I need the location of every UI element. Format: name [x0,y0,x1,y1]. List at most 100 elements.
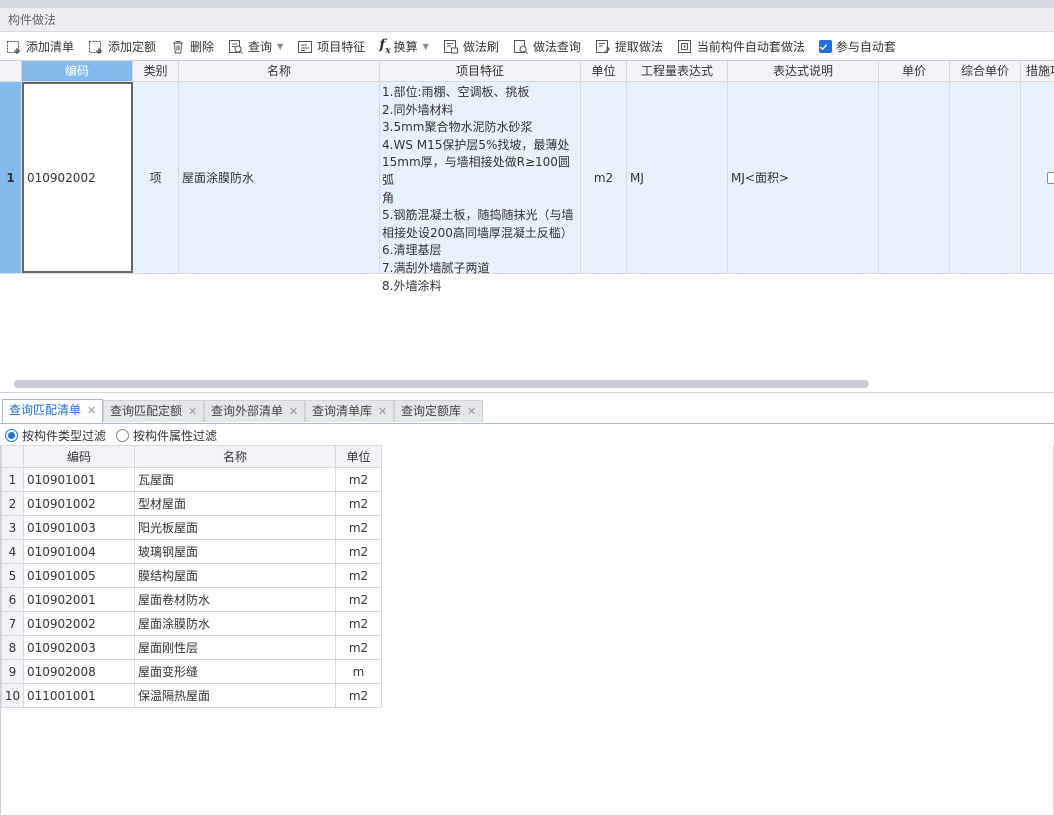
unit-cell[interactable]: m2 [335,563,382,588]
name-cell[interactable]: 保温隔热屋面 [134,683,336,708]
name-cell[interactable]: 屋面卷材防水 [134,587,336,612]
col-measure-header[interactable]: 措施项 [1021,61,1054,82]
unit-cell[interactable]: m2 [581,82,627,273]
filter-by-type-radio[interactable] [5,428,18,442]
col-expr-desc-header[interactable]: 表达式说明 [728,61,879,82]
unit-cell[interactable]: m2 [335,491,382,516]
code-cell[interactable]: 010901002 [23,491,135,516]
col-price-header[interactable]: 单价 [879,61,950,82]
checkmark-icon [819,43,828,50]
measure-checkbox[interactable] [1047,171,1054,184]
qty-expr-cell[interactable]: MJ [627,82,728,273]
name-cell[interactable]: 阳光板屋面 [134,515,336,540]
close-icon[interactable]: ✕ [87,404,96,417]
table-row[interactable]: 6 010902001 屋面卷材防水 m2 [1,587,382,612]
table-row[interactable]: 1 010902002 项 屋面涂膜防水 1.部位:雨棚、空调板、挑板 2.同外… [0,82,1054,293]
col-name-header[interactable]: 名称 [179,61,380,82]
row-number[interactable]: 1 [0,82,22,273]
code-cell[interactable]: 010901003 [23,515,135,540]
table-row[interactable]: 8 010902003 屋面刚性层 m2 [1,635,382,660]
name-cell[interactable]: 瓦屋面 [134,467,336,492]
unit-cell[interactable]: m2 [335,635,382,660]
unit-cell[interactable]: m2 [335,539,382,564]
code-cell[interactable]: 010902001 [23,587,135,612]
col-category-header[interactable]: 类别 [133,61,179,82]
name-cell[interactable]: 屋面涂膜防水 [134,611,336,636]
convert-button[interactable]: fx 换算 ▼ [379,36,429,58]
code-cell[interactable]: 010901001 [23,467,135,492]
name-cell[interactable]: 膜结构屋面 [134,563,336,588]
add-list-button[interactable]: 添加清单 [6,36,74,58]
table-row[interactable]: 3 010901003 阳光板屋面 m2 [1,515,382,540]
extract-method-button[interactable]: 提取做法 [595,36,663,58]
method-query-button[interactable]: 做法查询 [513,36,581,58]
filter-by-attr-option[interactable]: 按构件属性过滤 [116,427,217,444]
code-cell[interactable]: 010902002 [22,82,133,273]
participate-auto-toggle[interactable]: 参与自动套 [818,36,896,58]
filter-bar: 按构件类型过滤 按构件属性过滤 [0,425,1054,445]
features-cell[interactable]: 1.部位:雨棚、空调板、挑板 2.同外墙材料 3.5mm聚合物水泥防水砂浆 4.… [380,82,581,293]
name-cell[interactable]: 型材屋面 [134,491,336,516]
add-quota-button[interactable]: 添加定额 [88,36,156,58]
filter-by-type-option[interactable]: 按构件类型过滤 [5,427,106,444]
tab-query-list-library[interactable]: 查询清单库 ✕ [305,400,395,422]
unit-cell[interactable]: m2 [335,683,382,708]
chevron-down-icon[interactable]: ▼ [277,42,283,51]
unit-cell[interactable]: m2 [335,467,382,492]
unit-cell[interactable]: m [335,659,382,684]
name-cell[interactable]: 玻璃钢屋面 [134,539,336,564]
close-icon[interactable]: ✕ [378,405,387,418]
code-cell[interactable]: 010902008 [23,659,135,684]
col-unit-header[interactable]: 单位 [335,445,382,468]
chevron-down-icon[interactable]: ▼ [423,42,429,51]
query-button[interactable]: 查询 ▼ [228,36,283,58]
tab-query-quota-library[interactable]: 查询定额库 ✕ [394,400,484,422]
add-quota-icon [89,40,103,54]
unit-cell[interactable]: m2 [335,611,382,636]
name-cell[interactable]: 屋面变形缝 [134,659,336,684]
unit-cell[interactable]: m2 [335,587,382,612]
table-row[interactable]: 2 010901002 型材屋面 m2 [1,491,382,516]
price-cell[interactable] [879,82,950,273]
col-qty-expr-header[interactable]: 工程量表达式 [627,61,728,82]
table-row[interactable]: 9 010902008 屋面变形缝 m [1,659,382,684]
participate-auto-checkbox[interactable] [818,40,832,53]
filter-by-attr-radio[interactable] [116,428,130,442]
table-row[interactable]: 5 010901005 膜结构屋面 m2 [1,563,382,588]
method-brush-button[interactable]: 做法刷 [443,36,499,58]
horizontal-scrollbar[interactable] [14,380,869,388]
tab-query-external-list[interactable]: 查询外部清单 ✕ [204,400,306,422]
close-icon[interactable]: ✕ [188,405,197,418]
code-cell[interactable]: 010901005 [23,563,135,588]
col-composite-price-header[interactable]: 综合单价 [950,61,1021,82]
category-cell[interactable]: 项 [133,82,179,273]
table-row[interactable]: 7 010902002 屋面涂膜防水 m2 [1,611,382,636]
col-name-header[interactable]: 名称 [134,445,336,468]
col-code-header[interactable]: 编码 [22,61,133,82]
unit-cell[interactable]: m2 [335,515,382,540]
code-cell[interactable]: 010902002 [23,611,135,636]
close-icon[interactable]: ✕ [289,405,298,418]
col-features-header[interactable]: 项目特征 [380,61,581,82]
col-unit-header[interactable]: 单位 [581,61,627,82]
code-cell[interactable]: 010901004 [23,539,135,564]
measure-cell[interactable] [1021,82,1054,273]
tab-label: 查询定额库 [401,404,462,418]
name-cell[interactable]: 屋面涂膜防水 [179,82,380,273]
delete-button[interactable]: 删除 [170,36,214,58]
item-features-button[interactable]: 项目特征 [297,36,365,58]
close-icon[interactable]: ✕ [467,405,476,418]
auto-apply-current-button[interactable]: 当前构件自动套做法 [677,36,805,58]
name-cell[interactable]: 屋面刚性层 [134,635,336,660]
table-row[interactable]: 10 011001001 保温隔热屋面 m2 [1,683,382,708]
composite-price-cell[interactable] [950,82,1021,273]
tab-query-match-quota[interactable]: 查询匹配定额 ✕ [103,400,205,422]
feature-line: 7.满刮外墙腻子两道 [382,260,490,275]
expr-desc-cell[interactable]: MJ<面积> [728,82,879,273]
tab-query-match-list[interactable]: 查询匹配清单 ✕ [2,399,104,423]
code-cell[interactable]: 011001001 [23,683,135,708]
col-code-header[interactable]: 编码 [23,445,135,468]
code-cell[interactable]: 010902003 [23,635,135,660]
table-row[interactable]: 4 010901004 玻璃钢屋面 m2 [1,539,382,564]
table-row[interactable]: 1 010901001 瓦屋面 m2 [1,467,382,492]
